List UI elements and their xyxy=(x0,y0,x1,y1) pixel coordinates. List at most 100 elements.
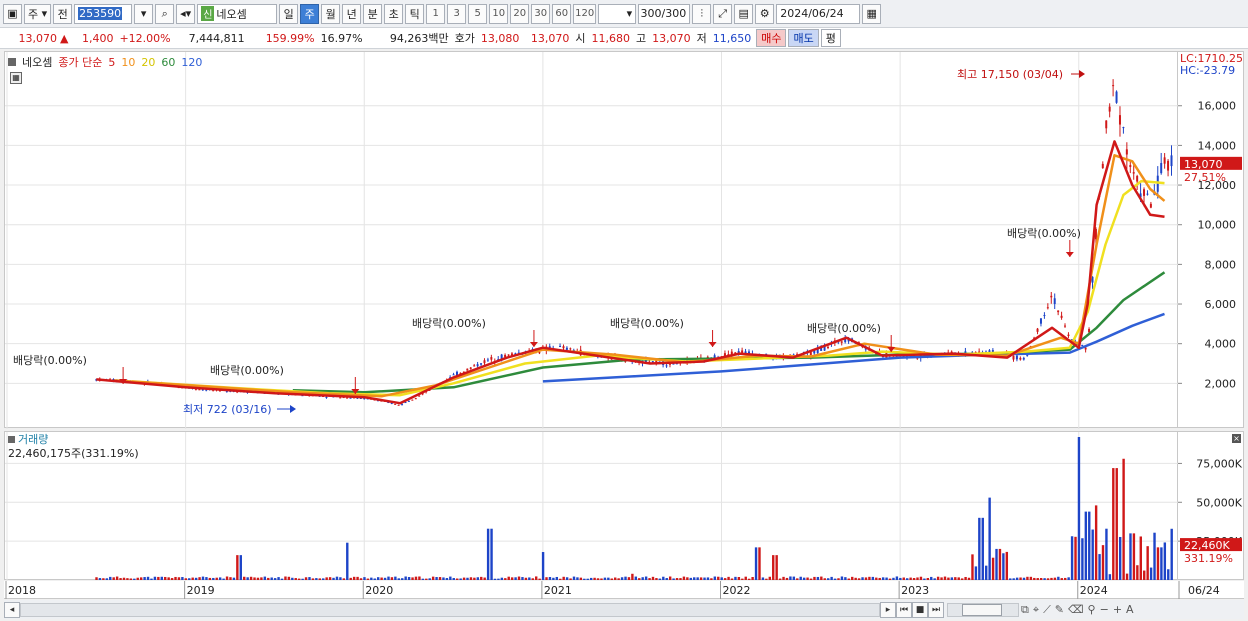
volume-bar xyxy=(1057,576,1060,580)
grid-icon[interactable]: ▦ xyxy=(10,72,22,84)
sell-button[interactable]: 매도 xyxy=(788,29,819,47)
volume-bar xyxy=(483,577,486,580)
volume-chart-pane[interactable]: 거래량 22,460,175주(331.19%) xyxy=(4,431,1179,581)
candle-body xyxy=(1067,334,1070,337)
stop-icon[interactable]: ■ xyxy=(912,601,928,618)
volume-bar xyxy=(768,576,771,580)
flat-button[interactable]: 평 xyxy=(820,29,841,47)
volume-bar xyxy=(703,577,706,580)
volume-bar xyxy=(1129,533,1132,580)
candle-body xyxy=(1036,328,1039,332)
date-input[interactable]: 2024/06/24 xyxy=(776,3,861,24)
volume-bar xyxy=(1122,458,1125,580)
volume-bar xyxy=(1060,578,1063,580)
search-icon[interactable]: ⌕ xyxy=(155,3,175,24)
interval-dropdown[interactable]: ▾ xyxy=(598,3,637,24)
volume-bar xyxy=(820,576,823,580)
minute-option-10[interactable]: 10 xyxy=(489,3,509,24)
minute-option-5[interactable]: 5 xyxy=(468,3,488,24)
volume-bar xyxy=(892,577,895,580)
volume-bar xyxy=(431,576,435,580)
zoom-thumb[interactable] xyxy=(962,603,1002,616)
volume-menu-icon[interactable] xyxy=(8,436,15,443)
market-select[interactable]: 주 ▾ xyxy=(24,3,52,24)
period-tick-tab[interactable]: 틱 xyxy=(405,3,425,24)
calendar-icon[interactable]: ▦ xyxy=(862,3,882,24)
price-chart-pane[interactable]: 배당락(0.00%) 배당락(0.00%) 배당락(0.00%) 배당락(0.00%)… xyxy=(4,51,1179,429)
period-second-tab[interactable]: 초 xyxy=(384,3,404,24)
ma-type-label: 종가 단순 xyxy=(58,56,103,69)
trade-volume: 7,444,811 xyxy=(188,31,245,45)
settings-gear-icon[interactable]: ⚙ xyxy=(755,3,775,24)
volume-bar xyxy=(387,576,390,580)
period-day-tab[interactable]: 일 xyxy=(279,3,299,24)
volume-bar xyxy=(270,577,273,580)
minute-option-3[interactable]: 3 xyxy=(447,3,467,24)
volume-bar xyxy=(208,577,212,580)
scroll-left-icon[interactable]: ◂ xyxy=(4,601,20,618)
layout-icon[interactable]: ▣ xyxy=(3,3,22,24)
tools-icon[interactable]: ⤢ xyxy=(713,3,733,24)
candle-body xyxy=(1022,357,1025,360)
volume-bar xyxy=(318,578,321,580)
minute-option-20[interactable]: 20 xyxy=(510,3,530,24)
speaker-icon[interactable]: ◂▾ xyxy=(176,3,196,24)
x-axis-label: 2021 xyxy=(544,584,572,597)
trendline-icon[interactable]: ⟋ xyxy=(1041,603,1053,617)
candle-icon[interactable]: ⫶ xyxy=(692,3,712,24)
eraser-icon[interactable]: ⌫ xyxy=(1066,603,1086,616)
scroll-right-icon[interactable]: ▸ xyxy=(880,601,896,618)
stock-name-field[interactable]: 신 네오셈 xyxy=(197,3,278,24)
close-pane-icon[interactable]: × xyxy=(1232,434,1241,443)
auto-scale-icon[interactable]: A xyxy=(1124,603,1136,616)
candle-body xyxy=(1122,127,1125,129)
volume-bar xyxy=(1074,536,1077,580)
market-mode-button[interactable]: 전 xyxy=(53,3,73,24)
zoom-track[interactable] xyxy=(947,602,1019,617)
zoom-icon[interactable]: ⚲ xyxy=(1086,603,1098,616)
volume-bar xyxy=(239,555,242,580)
crosshair-icon[interactable]: ⌖ xyxy=(1031,603,1041,617)
stock-code-input[interactable]: 253590 xyxy=(74,3,133,24)
period-minute-tab[interactable]: 분 xyxy=(363,3,383,24)
zoom-in-icon[interactable]: + xyxy=(1111,603,1124,616)
zoom-out-icon[interactable]: − xyxy=(1098,603,1111,616)
candle-body xyxy=(1053,298,1056,305)
volume-bar xyxy=(153,576,157,580)
buy-button[interactable]: 매수 xyxy=(756,29,787,47)
volume-bar xyxy=(631,573,634,580)
volume-bar xyxy=(844,577,847,580)
volume-bar xyxy=(895,576,899,580)
period-month-tab[interactable]: 월 xyxy=(321,3,341,24)
volume-y-axis: 25,000K50,000K75,000K22,460K331.19% × xyxy=(1178,431,1244,580)
candle-body xyxy=(1060,315,1063,318)
pane-menu-icon[interactable] xyxy=(8,58,16,66)
bar-count-input[interactable]: 300/300 xyxy=(638,3,691,24)
fast-forward-icon[interactable]: ⏭ xyxy=(928,601,944,618)
chart-layout-icon[interactable]: ⧉ xyxy=(1019,603,1031,617)
volume-bar xyxy=(267,577,270,580)
code-dropdown-icon[interactable]: ▾ xyxy=(134,3,154,24)
scroll-track[interactable] xyxy=(20,602,880,617)
minute-option-60[interactable]: 60 xyxy=(552,3,572,24)
period-week-tab[interactable]: 주 xyxy=(300,3,320,24)
period-year-tab[interactable]: 년 xyxy=(342,3,362,24)
rewind-icon[interactable]: ⏮ xyxy=(896,601,912,618)
minute-option-1[interactable]: 1 xyxy=(426,3,446,24)
volume-bar xyxy=(761,577,765,580)
volume-bar xyxy=(682,576,686,580)
draw-icon[interactable]: ✎ xyxy=(1053,603,1066,616)
minute-option-120[interactable]: 120 xyxy=(573,3,597,24)
volume-bar xyxy=(459,578,462,580)
volume-bar xyxy=(346,542,349,580)
volume-bar xyxy=(675,578,679,580)
minute-option-30[interactable]: 30 xyxy=(531,3,551,24)
volume-bar xyxy=(531,578,534,580)
save-icon[interactable]: ▤ xyxy=(734,3,754,24)
candle-body xyxy=(452,374,455,376)
volume-bar xyxy=(129,578,133,580)
volume-bar xyxy=(133,578,136,580)
candle-body xyxy=(411,399,414,401)
volume-bar xyxy=(500,577,504,580)
volume-chart-svg xyxy=(5,432,1179,581)
